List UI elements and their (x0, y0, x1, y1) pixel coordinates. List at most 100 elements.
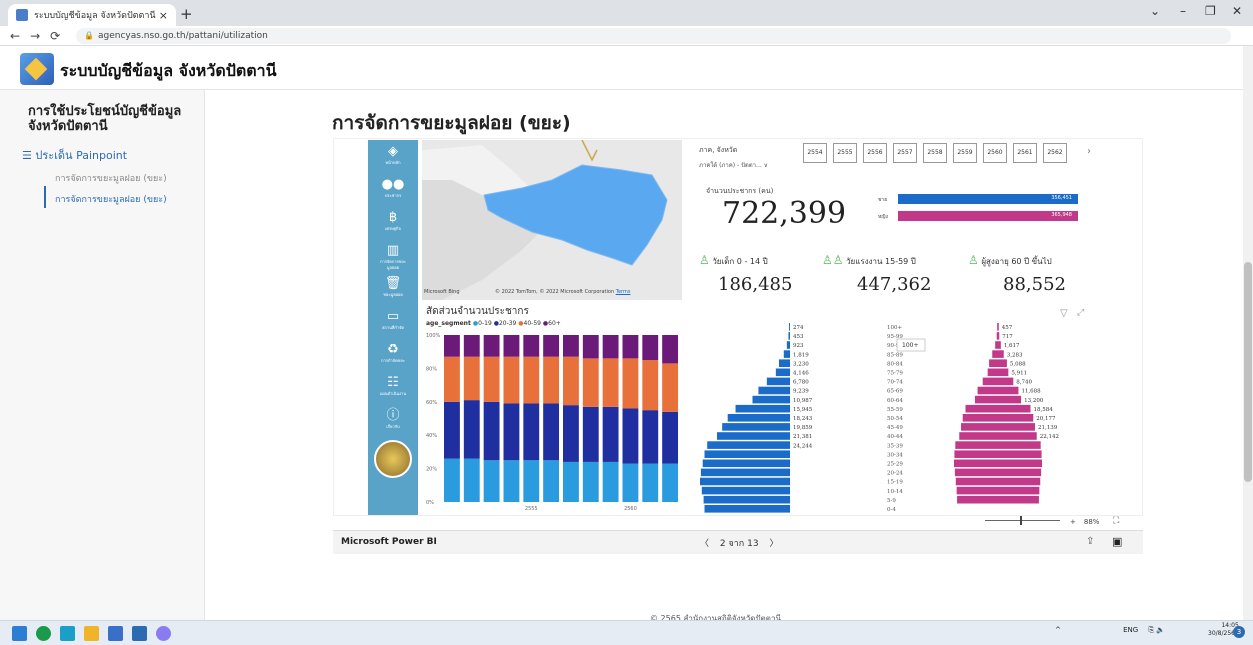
male-bar-35-39[interactable] (707, 441, 790, 449)
map-terms-link[interactable]: Terms (616, 289, 631, 295)
chevron-right-icon[interactable]: › (1087, 146, 1091, 157)
bar-segment-40-59-2552[interactable] (463, 356, 480, 401)
year-button-2557[interactable]: 2557 (893, 143, 917, 163)
female-bar-55-59[interactable] (965, 404, 1031, 413)
report-nav-checklist-icon[interactable]: ☷ แผนดำเนินงาน (377, 375, 409, 401)
bar-segment-60+-2560[interactable] (622, 335, 639, 359)
bar-segment-40-59-2559[interactable] (602, 358, 619, 407)
bar-segment-0-19-2557[interactable] (563, 461, 579, 502)
app-color-icon[interactable] (156, 626, 171, 641)
browser-tab[interactable]: ระบบบัญชีข้อมูล จังหวัดปัตตานี × (8, 4, 176, 26)
bar-segment-40-59-2553[interactable] (483, 356, 500, 402)
language-indicator[interactable]: ENG (1123, 626, 1138, 634)
zoom-slider[interactable] (985, 520, 1060, 521)
year-button-2554[interactable]: 2554 (803, 143, 827, 163)
map-visual[interactable] (422, 139, 682, 300)
male-bar-75-79[interactable] (775, 368, 790, 377)
male-bar-20-24[interactable] (700, 468, 790, 477)
bar-segment-60+-2558[interactable] (582, 335, 599, 359)
bar-segment-20-39-2555[interactable] (523, 403, 540, 461)
female-bar-35-39[interactable] (955, 441, 1041, 449)
bar-segment-40-59-2554[interactable] (503, 356, 520, 404)
bar-segment-20-39-2557[interactable] (563, 405, 579, 462)
female-bar-30-34[interactable] (954, 450, 1042, 458)
female-bar-40-44[interactable] (959, 432, 1037, 440)
bar-segment-20-39-2560[interactable] (622, 408, 639, 464)
year-button-2559[interactable]: 2559 (953, 143, 977, 163)
male-bar-10-14[interactable] (701, 486, 790, 495)
bar-segment-60+-2555[interactable] (523, 335, 540, 357)
female-bar-15-19[interactable] (955, 477, 1041, 486)
zoom-slider-handle[interactable] (1020, 516, 1022, 525)
app-store-icon[interactable] (108, 626, 123, 641)
bar-segment-60+-2559[interactable] (602, 335, 619, 359)
powerbi-brand[interactable]: Microsoft Power BI (341, 537, 437, 547)
female-bar-100+[interactable] (997, 323, 999, 331)
male-bar-5-9[interactable] (703, 495, 790, 504)
female-bar-50-54[interactable] (962, 414, 1034, 422)
female-bar-90-94[interactable] (995, 341, 1001, 349)
male-bar-15-19[interactable] (700, 477, 790, 486)
folder-icon[interactable] (84, 626, 99, 641)
report-nav-map-icon[interactable]: ◈ หน้าหลัก (377, 144, 409, 170)
bar-segment-0-19-2561[interactable] (642, 463, 659, 502)
bar-segment-0-19-2551[interactable] (444, 458, 460, 502)
male-bar-70-74[interactable] (766, 377, 790, 386)
volume-icon[interactable]: 🔈 (1156, 626, 1165, 634)
bar-segment-0-19-2555[interactable] (523, 460, 540, 502)
maximize-icon[interactable]: ❐ (1205, 4, 1216, 18)
reload-icon[interactable]: ⟳ (50, 29, 60, 43)
bar-segment-0-19-2558[interactable] (582, 461, 599, 502)
scrollbar-thumb[interactable] (1244, 262, 1252, 482)
female-bar-70-74[interactable] (982, 377, 1014, 386)
app-l-icon[interactable] (60, 626, 75, 641)
female-bar-60-64[interactable] (974, 395, 1022, 404)
forward-icon[interactable]: → (30, 29, 40, 43)
report-nav-factory-icon[interactable]: ▥ การจัดการขยะมูลฝอย (377, 243, 409, 270)
share-icon[interactable]: ⇪ (1086, 536, 1094, 547)
bar-segment-40-59-2556[interactable] (543, 356, 560, 404)
male-bar-90-94[interactable] (786, 341, 790, 349)
bar-segment-20-39-2553[interactable] (483, 401, 500, 461)
bar-segment-60+-2552[interactable] (463, 335, 480, 357)
bar-segment-40-59-2557[interactable] (563, 356, 579, 406)
male-bar-50-54[interactable] (727, 414, 790, 422)
back-icon[interactable]: ← (10, 29, 20, 43)
male-bar-60-64[interactable] (752, 395, 790, 404)
year-button-2556[interactable]: 2556 (863, 143, 887, 163)
address-bar[interactable]: 🔒 agencyas.nso.go.th/pattani/utilization (76, 28, 1231, 44)
report-nav-monitor-icon[interactable]: ▭ สถานที่กำจัด (377, 309, 409, 335)
chevron-down-icon[interactable]: ⌄ (1150, 4, 1160, 18)
bar-segment-20-39-2562[interactable] (662, 411, 679, 464)
year-button-2562[interactable]: 2562 (1043, 143, 1067, 163)
bar-segment-0-19-2559[interactable] (602, 461, 619, 502)
male-bar-65-69[interactable] (758, 386, 790, 395)
bar-segment-60+-2553[interactable] (483, 335, 500, 357)
male-bar-85-89[interactable] (783, 350, 790, 358)
female-bar-85-89[interactable] (992, 350, 1004, 358)
bar-segment-20-39-2558[interactable] (582, 406, 599, 462)
bar-segment-60+-2557[interactable] (563, 335, 579, 357)
new-tab-button[interactable]: + (180, 5, 193, 23)
bar-segment-20-39-2559[interactable] (602, 406, 619, 462)
bar-segment-0-19-2553[interactable] (483, 460, 500, 502)
report-nav-recycle-icon[interactable]: ♻ การกำจัดขยะ (377, 342, 409, 368)
female-bar-5-9[interactable] (957, 495, 1039, 504)
female-bar-10-14[interactable] (956, 486, 1040, 495)
minimize-icon[interactable]: – (1180, 4, 1186, 18)
fullscreen-icon[interactable]: ▣ (1112, 535, 1122, 548)
bar-segment-40-59-2551[interactable] (444, 356, 460, 402)
bar-segment-60+-2561[interactable] (642, 335, 659, 361)
sidebar-item-waste-2[interactable]: การจัดการขยะมูลฝอย (ขยะ) (55, 192, 167, 206)
female-bar-25-29[interactable] (954, 459, 1042, 468)
bar-segment-0-19-2554[interactable] (503, 460, 520, 502)
male-bar-45-49[interactable] (722, 423, 790, 431)
network-icon[interactable]: ⎘ (1148, 626, 1154, 634)
year-button-2560[interactable]: 2560 (983, 143, 1007, 163)
bar-segment-40-59-2558[interactable] (582, 358, 599, 407)
bar-segment-20-39-2556[interactable] (543, 403, 560, 461)
sidebar-item-waste-1[interactable]: การจัดการขยะมูลฝอย (ขยะ) (55, 171, 167, 185)
fit-page-icon[interactable]: ⛶ (1113, 516, 1119, 526)
bar-segment-20-39-2552[interactable] (463, 400, 480, 459)
sidebar-section-painpoint[interactable]: ☰ ประเด็น Painpoint (22, 146, 127, 164)
